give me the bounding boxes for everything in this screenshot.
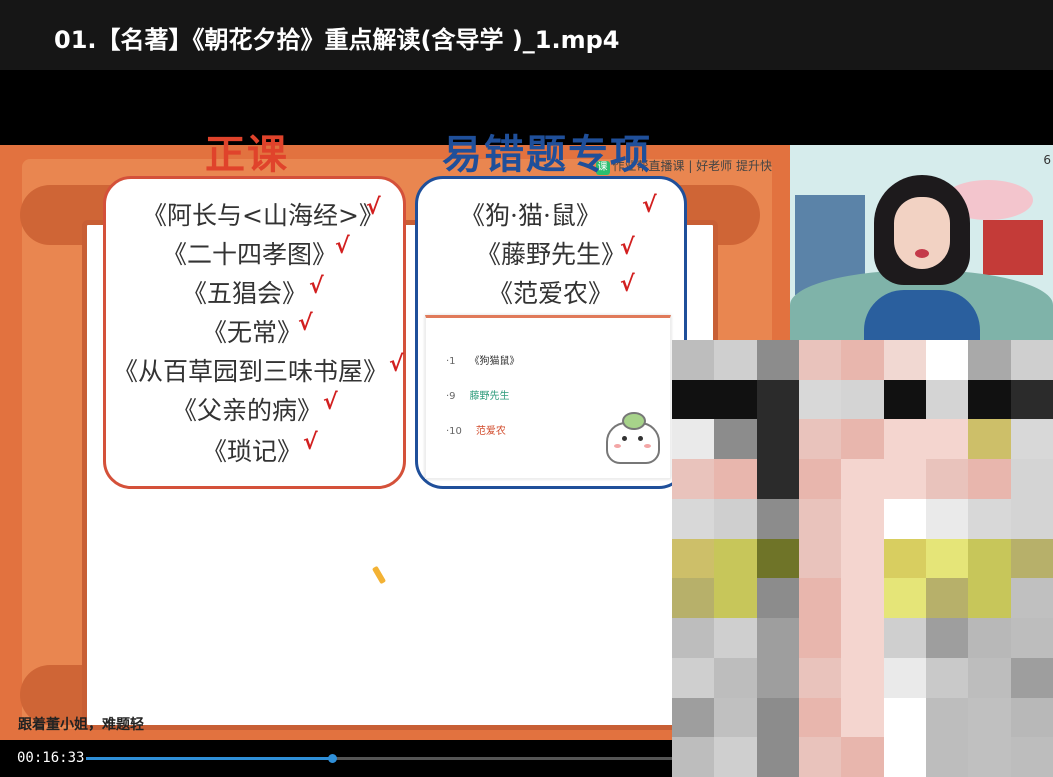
teacher-avatar (864, 175, 980, 340)
embedded-list-card: ·1 《狗猫鼠》 ·9 藤野先生 ·10 范爱农 (425, 315, 671, 479)
lesson-item: 《父亲的病》 (172, 396, 323, 425)
check-mark-icon: √ (323, 390, 338, 415)
progress-bar[interactable] (86, 754, 672, 763)
card-row-number: ·1 (446, 356, 456, 367)
current-time: 00:16:33 (17, 750, 85, 766)
lesson-item: 《五猖会》 (182, 279, 308, 308)
check-mark-icon: √ (642, 193, 657, 218)
card-row-label: 范爱农 (475, 426, 506, 437)
card-row-label: 《狗猫鼠》 (469, 356, 520, 367)
lesson-item: 《阿长与<山海经>》 (142, 201, 384, 230)
check-mark-icon: √ (298, 311, 313, 336)
check-mark-icon: √ (309, 274, 324, 299)
slide-caption: 跟着董小姐，难题轻 (0, 710, 300, 740)
heading-main-lesson: 正课 (205, 132, 289, 178)
check-mark-icon: √ (620, 235, 635, 260)
camera-corner-label: 6 (1043, 153, 1051, 167)
card-row-number: ·9 (446, 391, 456, 402)
pixelated-overlay (672, 340, 1053, 777)
lesson-item: 《二十四孝图》 (162, 240, 338, 269)
title-bar: 01.【名著】《朝花夕拾》重点解读(含导学 )_1.mp4 (0, 0, 1053, 70)
window-title: 01.【名著】《朝花夕拾》重点解读(含导学 )_1.mp4 (54, 26, 620, 54)
card-row: ·10 范爱农 (446, 422, 506, 437)
progress-fill (86, 757, 333, 760)
card-row-number: ·10 (446, 426, 462, 437)
error-item: 《藤野先生》 (476, 240, 627, 269)
error-item: 《狗·猫·鼠》 (460, 201, 601, 230)
heading-error-prone: 易错题专项 (442, 132, 652, 178)
player-controls[interactable]: 00:16:33 (0, 740, 672, 777)
card-row: ·1 《狗猫鼠》 (446, 352, 520, 367)
lesson-item: 《琐记》 (202, 437, 303, 466)
progress-handle[interactable] (328, 754, 338, 763)
mascot-icon (606, 412, 660, 464)
lesson-item: 《无常》 (202, 318, 303, 347)
check-mark-icon: √ (366, 195, 381, 220)
teacher-camera-feed: 6 (790, 145, 1053, 340)
check-mark-icon: √ (335, 234, 350, 259)
check-mark-icon: √ (389, 352, 404, 377)
card-row: ·9 藤野先生 (446, 387, 510, 402)
check-mark-icon: √ (303, 430, 318, 455)
check-mark-icon: √ (620, 272, 635, 297)
card-row-label: 藤野先生 (469, 391, 510, 402)
caption-text: 跟着董小姐，难题轻 (18, 717, 144, 733)
lesson-item: 《从百草园到三味书屋》 (113, 357, 389, 386)
pavilion-decoration (983, 220, 1043, 275)
error-item: 《范爱农》 (488, 279, 614, 308)
